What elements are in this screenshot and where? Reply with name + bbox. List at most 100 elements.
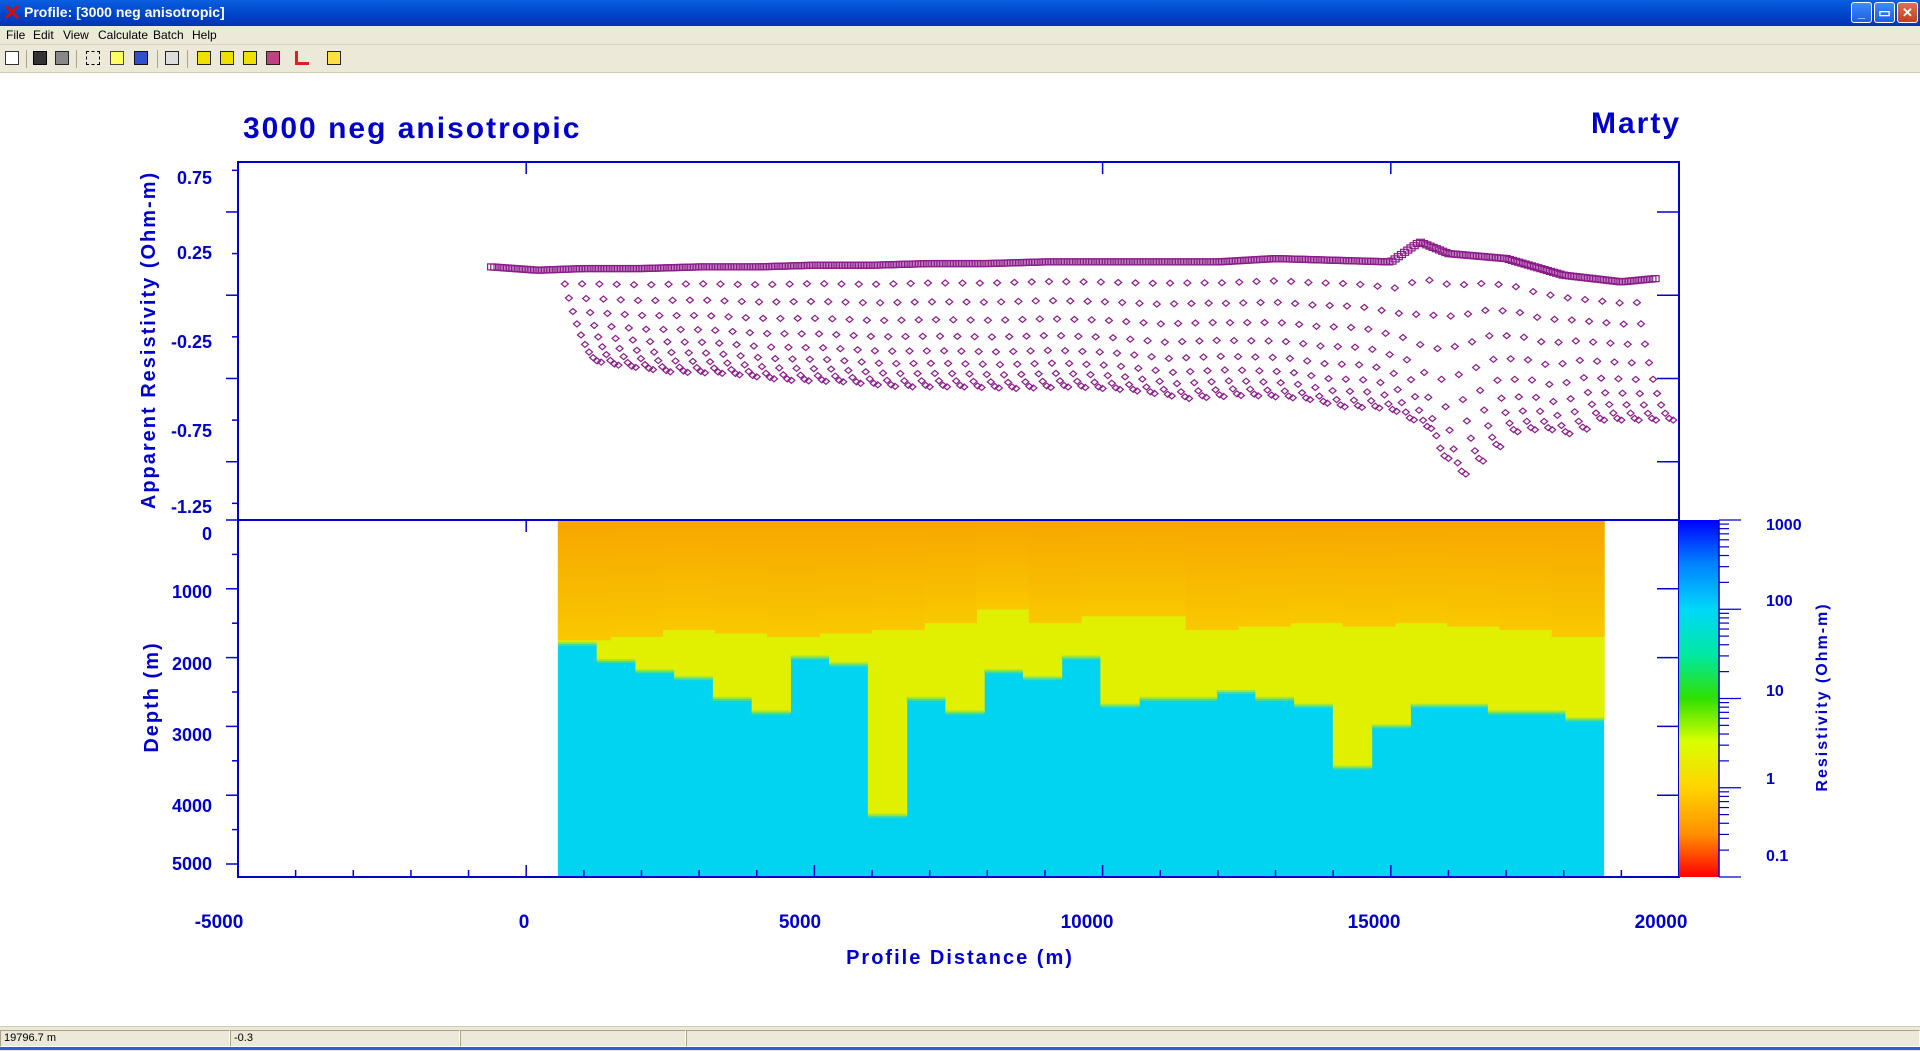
data-point-diamond xyxy=(1328,386,1338,395)
fit-button[interactable] xyxy=(241,49,260,68)
data-point-diamond xyxy=(710,326,720,335)
data-point-diamond xyxy=(1478,457,1488,465)
data-point-diamond xyxy=(680,338,690,346)
data-point-diamond xyxy=(740,361,750,369)
data-point-diamond xyxy=(841,298,850,306)
save-button[interactable] xyxy=(31,49,50,68)
data-point-diamond xyxy=(676,325,686,334)
data-point-diamond xyxy=(593,333,603,341)
data-point-diamond xyxy=(792,364,801,373)
data-point-diamond xyxy=(1108,333,1118,342)
window-button[interactable] xyxy=(163,49,182,68)
resistive-cell xyxy=(1185,520,1239,631)
data-point-diamond xyxy=(728,327,737,336)
y-readout: -0.3 xyxy=(230,1030,460,1047)
data-point-diamond xyxy=(960,360,970,368)
boundary-edge xyxy=(1487,710,1527,715)
data-point-diamond xyxy=(1086,370,1095,379)
data-point-diamond xyxy=(1139,318,1148,327)
help-button[interactable] xyxy=(325,49,344,68)
data-point-diamond xyxy=(944,298,954,306)
bottom-y-axis-label: Depth (m) xyxy=(141,641,163,752)
data-point-diamond xyxy=(1580,295,1590,304)
data-point-diamond xyxy=(1354,360,1364,369)
data-point-diamond xyxy=(1068,369,1078,378)
data-point-diamond xyxy=(685,296,695,304)
data-point-diamond xyxy=(629,280,639,289)
boundary-edge xyxy=(557,641,597,646)
menu-help[interactable]: Help xyxy=(192,28,217,42)
point-button[interactable] xyxy=(108,49,127,68)
data-point-diamond xyxy=(767,280,777,289)
toolbar-separator xyxy=(157,50,158,68)
data-point-diamond xyxy=(681,280,691,288)
data-point-diamond xyxy=(1437,375,1446,384)
data-point-diamond xyxy=(1260,318,1269,327)
data-point-diamond xyxy=(930,369,940,378)
menu-batch[interactable]: Batch xyxy=(153,28,184,42)
menu-bar: File Edit View Calculate Batch Help xyxy=(0,26,1920,45)
data-point-diamond xyxy=(991,348,1001,356)
boundary-edge xyxy=(790,655,830,660)
minimize-button[interactable]: _ xyxy=(1851,2,1872,23)
data-point-diamond xyxy=(585,308,595,317)
data-point-diamond xyxy=(1546,291,1555,299)
data-point-diamond xyxy=(697,338,707,347)
data-point-diamond xyxy=(1566,394,1576,403)
maximize-button[interactable]: ▭ xyxy=(1874,2,1895,23)
data-point-diamond xyxy=(1427,414,1437,423)
data-point-diamond xyxy=(633,296,643,305)
print-button[interactable] xyxy=(53,49,72,68)
top-ytick-label: 0.25 xyxy=(177,243,212,263)
menu-calculate[interactable]: Calculate xyxy=(98,28,148,42)
data-point-diamond xyxy=(1294,320,1304,329)
prev-button[interactable] xyxy=(195,49,214,68)
boundary-edge xyxy=(635,669,675,674)
data-point-diamond xyxy=(995,360,1005,369)
data-point-diamond xyxy=(1588,338,1598,346)
data-point-diamond xyxy=(597,342,607,351)
data-point-diamond xyxy=(1597,297,1607,306)
data-point-diamond xyxy=(901,332,910,341)
data-point-diamond xyxy=(737,297,747,306)
data-point-diamond xyxy=(1506,354,1516,363)
resistivity-section xyxy=(557,520,1605,877)
data-point-diamond xyxy=(1535,407,1545,416)
next-button[interactable] xyxy=(218,49,237,68)
data-point-diamond xyxy=(784,343,793,352)
resistive-cell xyxy=(1394,520,1448,624)
new-button[interactable] xyxy=(3,49,22,68)
data-point-diamond xyxy=(1176,387,1186,396)
data-point-diamond xyxy=(1027,278,1037,286)
data-point-diamond xyxy=(701,349,711,357)
menu-edit[interactable]: Edit xyxy=(33,28,54,42)
data-point-diamond xyxy=(1121,317,1131,326)
data-point-diamond xyxy=(745,328,755,337)
menu-view[interactable]: View xyxy=(63,28,89,42)
data-point-diamond xyxy=(1051,369,1061,378)
data-point-diamond xyxy=(845,315,854,324)
data-point-diamond xyxy=(624,324,634,332)
data-point-diamond xyxy=(1090,378,1099,387)
menu-file[interactable]: File xyxy=(6,28,25,42)
model-button[interactable] xyxy=(293,49,312,68)
data-point-diamond xyxy=(1528,287,1538,296)
data-point-diamond xyxy=(1527,376,1537,384)
data-point-diamond xyxy=(1435,444,1445,452)
select-rect-button[interactable] xyxy=(84,49,103,68)
zoom-button[interactable] xyxy=(132,49,151,68)
close-button[interactable]: ✕ xyxy=(1897,2,1918,23)
data-point-diamond xyxy=(1411,310,1421,319)
resistive-cell xyxy=(767,520,821,637)
grid-button[interactable] xyxy=(264,49,283,68)
depth-tick-label: 4000 xyxy=(172,796,212,816)
data-point-diamond xyxy=(1125,335,1135,344)
data-point-diamond xyxy=(1103,371,1113,380)
x-tick-label: 20000 xyxy=(1635,912,1688,933)
data-point-diamond xyxy=(1099,361,1109,369)
window-title: Profile: [3000 neg anisotropic] xyxy=(24,4,225,20)
data-point-diamond xyxy=(948,316,958,324)
data-point-diamond xyxy=(1169,300,1179,308)
data-point-diamond xyxy=(1493,376,1502,385)
status-pane-4 xyxy=(686,1030,1920,1047)
